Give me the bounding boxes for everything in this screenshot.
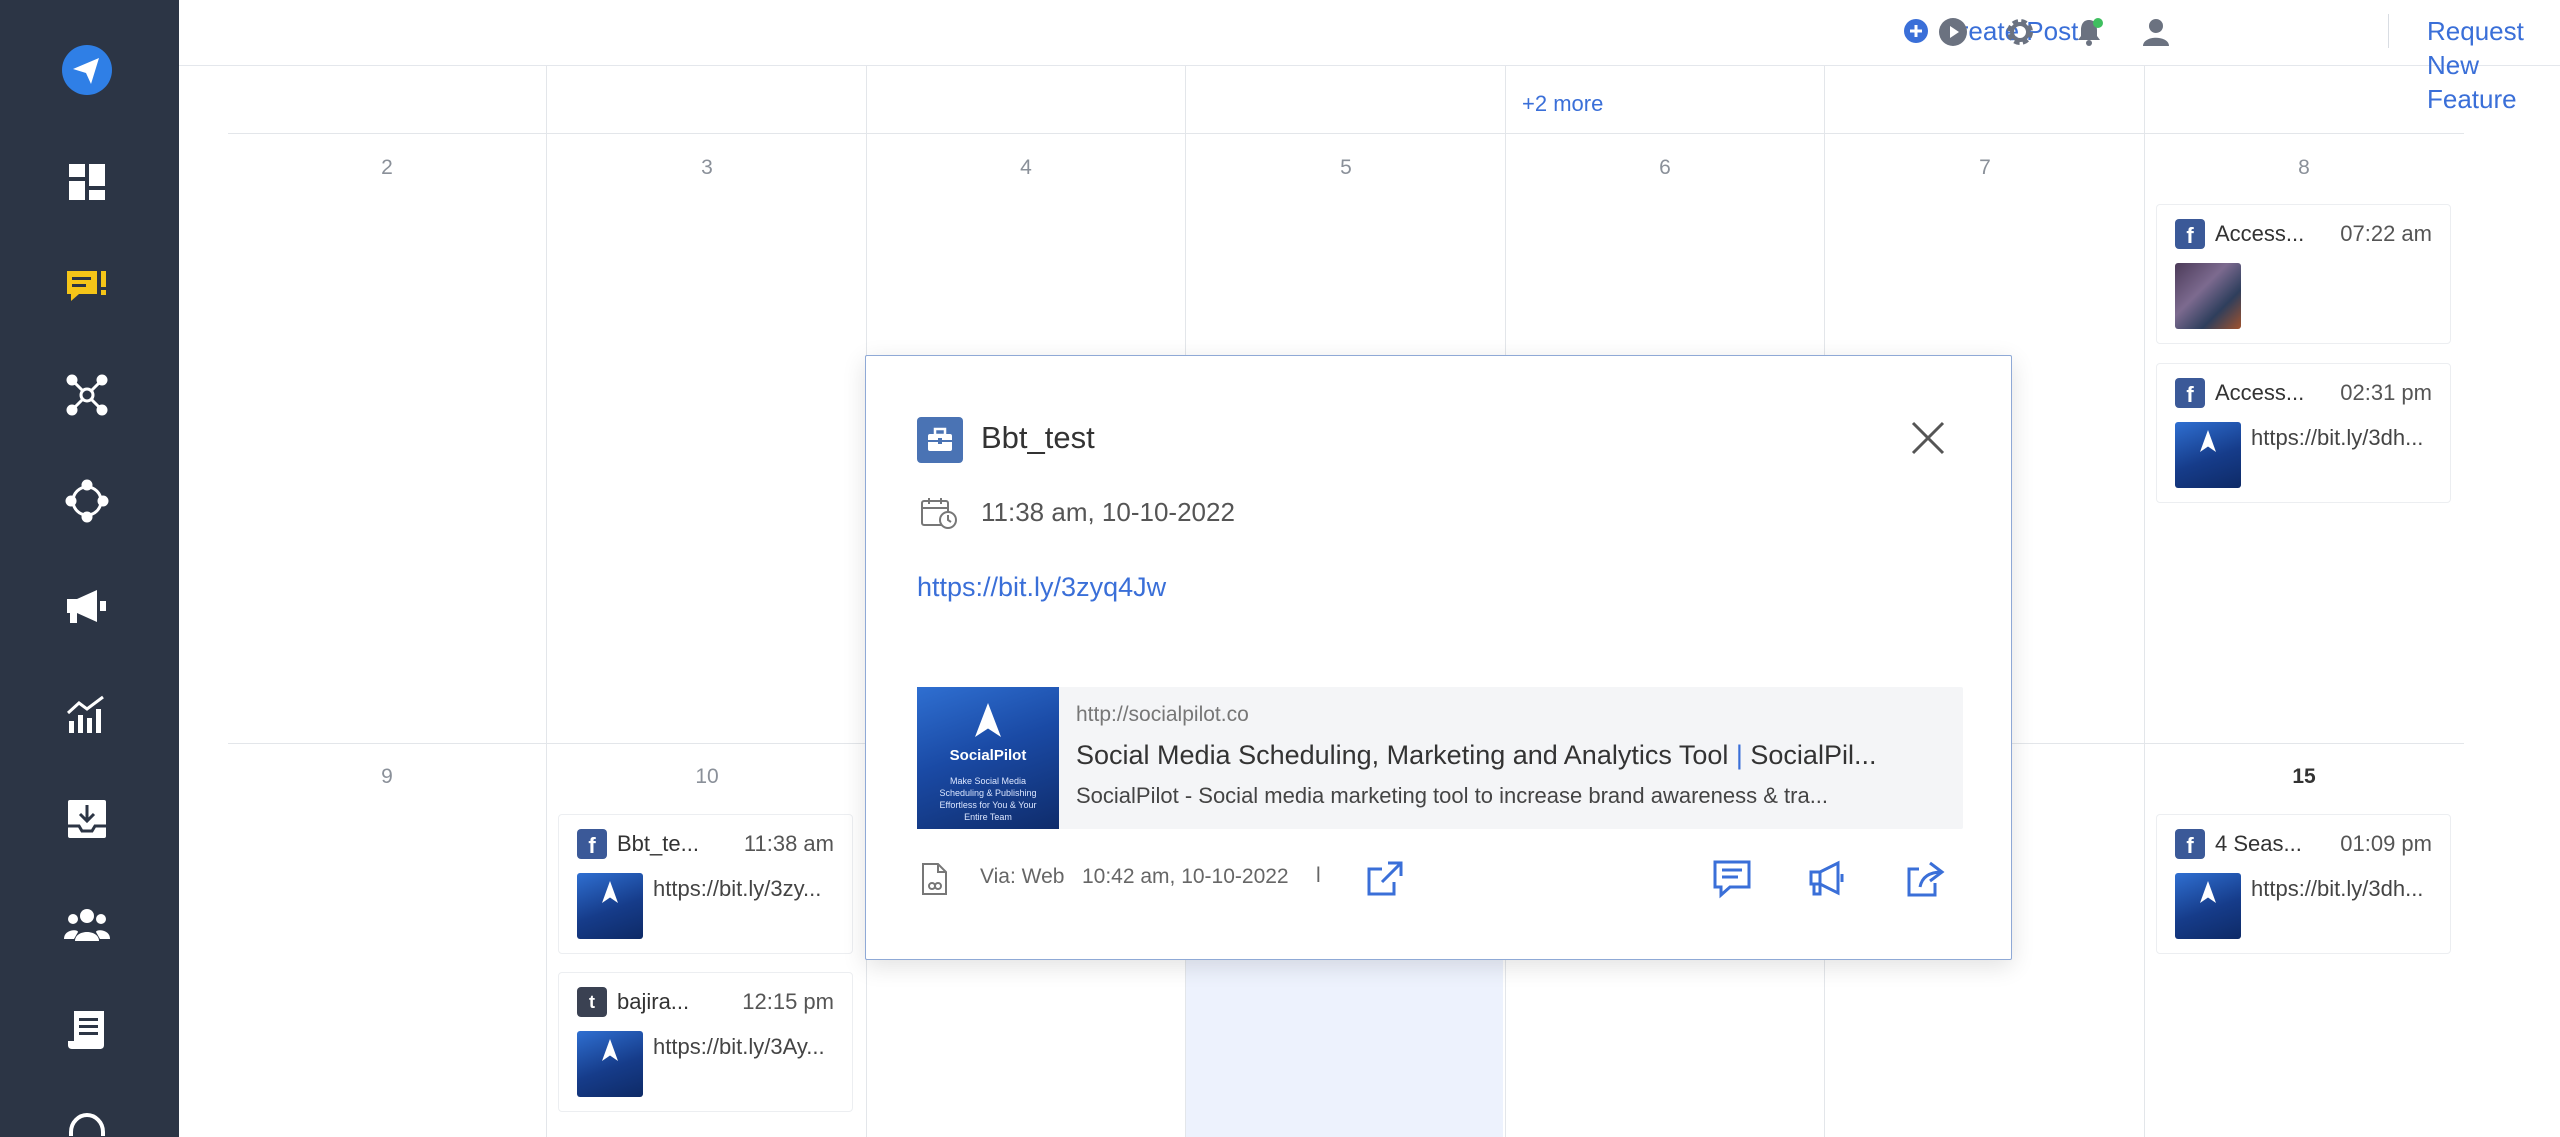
event-link: https://bit.ly/3dh... (2251, 425, 2424, 450)
day-number-today: 15 (2292, 765, 2316, 788)
more-events-link[interactable]: +2 more (1522, 91, 1603, 117)
grid-line (546, 66, 547, 1137)
event-account-name: bajira... (617, 989, 690, 1014)
facebook-icon: f (2175, 219, 2205, 249)
post-link[interactable]: https://bit.ly/3zyq4Jw (917, 572, 1166, 603)
event-thumbnail (577, 873, 643, 939)
inbox-download-icon[interactable] (55, 787, 119, 851)
facebook-icon: f (577, 829, 607, 859)
modal-datetime: 11:38 am, 10-10-2022 (981, 497, 1235, 527)
topbar: Create Post Request New Feature (179, 0, 2560, 114)
link-preview-card[interactable]: SocialPilot Make Social Media Scheduling… (917, 687, 1963, 829)
preview-title-pipe: | (1735, 740, 1743, 770)
team-icon[interactable] (55, 893, 119, 957)
post-source: Via: Web 10:42 am, 10-10-2022 (980, 865, 1289, 889)
sidebar (0, 0, 179, 1137)
event-card[interactable]: f Bbt_te... 11:38 am https://bit.ly/3zy.… (558, 814, 853, 954)
briefcase-icon (917, 417, 963, 463)
post-detail-modal: Bbt_test 11:38 am, 10-10-2022 https://bi… (865, 355, 2012, 960)
close-icon[interactable] (1906, 416, 1950, 460)
event-account-name: Access... (2215, 221, 2305, 246)
comment-icon[interactable] (1712, 859, 1752, 904)
boost-megaphone-icon[interactable] (1808, 859, 1850, 904)
event-card[interactable]: f 4 Seas... 01:09 pm https://bit.ly/3dh.… (2156, 814, 2451, 954)
request-feature-link[interactable]: Request New Feature (2427, 14, 2560, 114)
event-card[interactable]: t bajira... 12:15 pm https://bit.ly/3Ay.… (558, 972, 853, 1112)
day-number: 6 (1659, 156, 1671, 179)
day-number: 4 (1020, 156, 1032, 179)
day-number: 8 (2298, 156, 2310, 179)
day-number: 3 (701, 156, 713, 179)
support-icon[interactable] (55, 1100, 119, 1137)
socialpilot-logo-icon (975, 703, 1001, 737)
network-icon[interactable] (55, 363, 119, 427)
event-thumbnail (2175, 422, 2241, 488)
preview-image-brand: SocialPilot (949, 747, 1027, 764)
preview-title-text-end: SocialPil... (1742, 740, 1877, 770)
via-label: Via: Web (980, 865, 1065, 888)
event-account-name: Access... (2215, 380, 2305, 405)
event-card[interactable]: f Access... 07:22 am (2156, 204, 2451, 344)
event-time: 01:09 pm (2340, 831, 2432, 856)
preview-image-tagline: Make Social Media Scheduling & Publishin… (939, 776, 1037, 822)
preview-description: SocialPilot - Social media marketing too… (1076, 783, 1829, 808)
event-time: 11:38 am (743, 831, 834, 856)
event-time: 12:15 pm (742, 989, 834, 1014)
event-link: https://bit.ly/3zy... (653, 876, 822, 901)
facebook-icon: f (2175, 378, 2205, 408)
preview-title-text: Social Media Scheduling, Marketing and A… (1076, 740, 1736, 770)
event-link: https://bit.ly/3Ay... (653, 1034, 825, 1059)
app-logo-send-icon[interactable] (55, 38, 119, 102)
day-number: 9 (381, 765, 393, 788)
modal-account-name: Bbt_test (981, 420, 1095, 455)
create-post-button[interactable]: Create Post (1903, 14, 2078, 48)
grid-line (228, 133, 2464, 134)
day-number: 5 (1340, 156, 1352, 179)
event-link: https://bit.ly/3dh... (2251, 876, 2424, 901)
plus-circle-icon (1904, 19, 1928, 43)
analytics-icon[interactable] (55, 683, 119, 747)
preview-domain: http://socialpilot.co (1076, 703, 1249, 726)
event-thumbnail (2175, 873, 2241, 939)
day-number: 7 (1979, 156, 1991, 179)
dashboard-icon[interactable] (55, 150, 119, 214)
day-number: 10 (695, 765, 719, 788)
settings-gear-icon[interactable] (2004, 16, 2036, 48)
created-datetime: 10:42 am, 10-10-2022 (1081, 865, 1289, 888)
event-card[interactable]: f Access... 02:31 pm https://bit.ly/3dh.… (2156, 363, 2451, 503)
topbar-divider (2388, 14, 2389, 48)
user-profile-icon[interactable] (2140, 16, 2172, 48)
event-time: 07:22 am (2340, 221, 2432, 246)
share-icon[interactable] (1905, 858, 1947, 905)
connect-icon[interactable] (55, 469, 119, 533)
event-time: 02:31 pm (2340, 380, 2432, 405)
link-preview-image: SocialPilot Make Social Media Scheduling… (917, 687, 1059, 829)
event-thumbnail (2175, 263, 2241, 329)
event-account-name: 4 Seas... (2215, 831, 2302, 856)
feedback-icon[interactable] (55, 255, 119, 319)
preview-title: Social Media Scheduling, Marketing and A… (1076, 740, 1876, 771)
grid-line (2144, 66, 2145, 1137)
day-number: 2 (381, 156, 393, 179)
notifications-bell-icon[interactable] (2073, 16, 2105, 48)
open-external-icon[interactable] (1364, 858, 1406, 905)
megaphone-icon[interactable] (55, 575, 119, 639)
link-document-icon (920, 862, 950, 901)
facebook-icon: f (2175, 829, 2205, 859)
content-icon[interactable] (55, 998, 119, 1062)
event-thumbnail (577, 1031, 643, 1097)
event-account-name: Bbt_te... (617, 831, 699, 856)
calendar-clock-icon (920, 496, 958, 535)
tumblr-icon: t (577, 987, 607, 1017)
footer-separator: l (1316, 864, 1321, 887)
play-tutorial-icon[interactable] (1937, 16, 1969, 48)
